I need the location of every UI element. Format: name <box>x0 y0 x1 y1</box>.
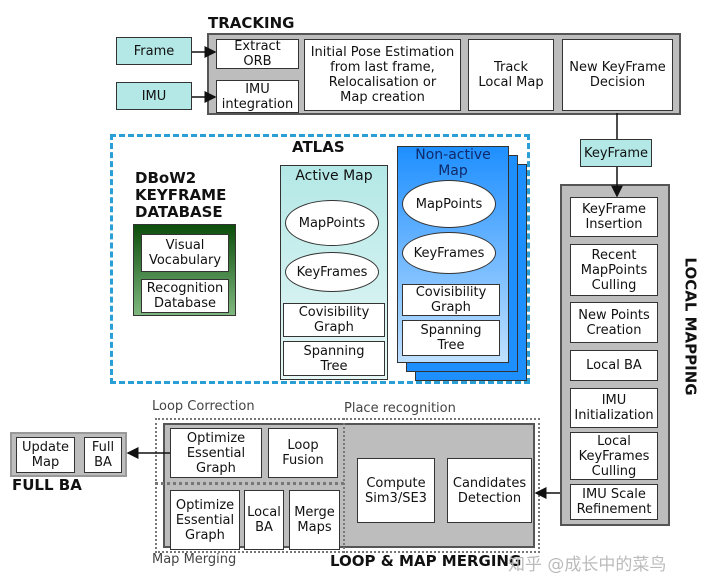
connector-arrows <box>126 46 623 499</box>
